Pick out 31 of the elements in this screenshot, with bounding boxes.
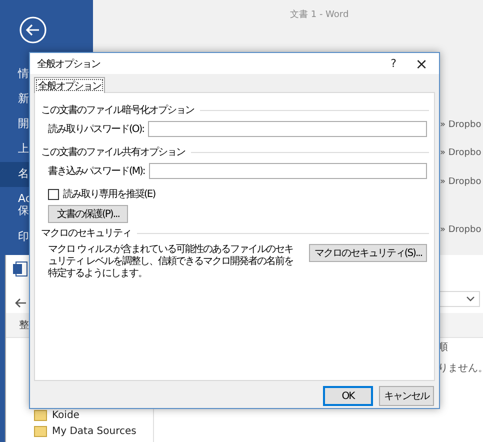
folder-icon xyxy=(34,409,47,421)
macro-security-button[interactable]: マクロのセキュリティ(S)... xyxy=(309,244,427,262)
folder-path[interactable]: » Dropbo xyxy=(440,177,482,187)
organize-button[interactable]: 整 xyxy=(19,318,29,332)
dialog-title: 全般オプション xyxy=(37,58,101,70)
chevron-down-icon xyxy=(466,296,475,302)
checkbox[interactable]: 読み取り専用を推奨(E) xyxy=(48,187,156,201)
password-field[interactable] xyxy=(148,163,427,179)
section-heading: マクロのセキュリティ xyxy=(41,227,131,240)
help-button[interactable]: ? xyxy=(379,53,407,74)
field-label: 書き込みパスワード(M): xyxy=(48,164,145,178)
tab[interactable]: 全般オプション xyxy=(34,77,105,93)
field-label: 読み取りパスワード(O): xyxy=(48,122,144,136)
folder-path[interactable]: » Dropbo xyxy=(440,120,482,130)
dialog-button[interactable]: キャンセル xyxy=(379,386,434,406)
password-field[interactable] xyxy=(148,121,427,137)
empty-message: りません。 xyxy=(438,362,483,375)
window-title: 文書 1 - Word xyxy=(290,8,349,21)
dialog-button[interactable]: OK xyxy=(323,386,373,406)
folder-item[interactable]: My Data Sources xyxy=(34,423,153,439)
word-icon xyxy=(12,261,28,277)
protect-document-button[interactable]: 文書の保護(P)... xyxy=(48,205,128,223)
folder-path[interactable]: » Dropbo xyxy=(440,225,482,235)
folder-item[interactable]: Koide xyxy=(34,407,153,423)
section-heading: この文書のファイル共有オプション xyxy=(41,146,185,159)
folder-icon xyxy=(34,425,47,437)
macro-description: マクロ ウィルスが含まれている可能性のあるファイルのセキュリティ レベルを調整し、信頼できるマクロ開発者の名前を特定するようにします。 xyxy=(48,244,294,280)
section-heading: この文書のファイル暗号化オプション xyxy=(41,104,194,117)
folder-path[interactable]: » Dropbo xyxy=(440,148,482,158)
close-button[interactable]: × xyxy=(407,53,435,74)
back-icon[interactable] xyxy=(15,298,27,308)
